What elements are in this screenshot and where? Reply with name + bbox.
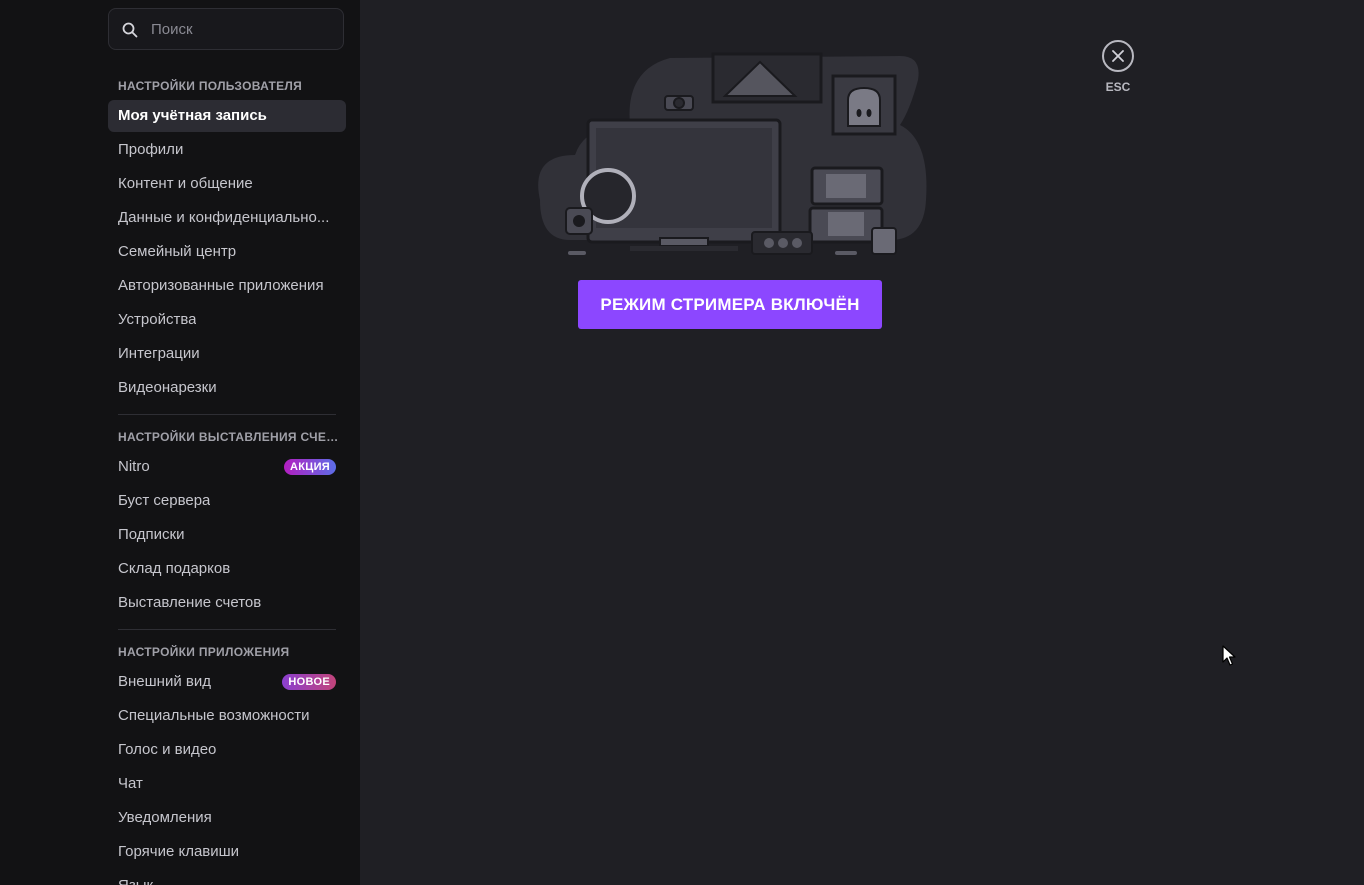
streamer-mode-button[interactable]: РЕЖИМ СТРИМЕРА ВКЛЮЧЁН [578, 280, 882, 329]
sidebar-item-label: Голос и видео [118, 741, 217, 758]
sidebar-item-content-social[interactable]: Контент и общение [108, 168, 346, 200]
sidebar-item-label: Видеонарезки [118, 379, 217, 396]
sidebar-item-label: Буст сервера [118, 492, 211, 509]
section-title-billing-settings: НАСТРОЙКИ ВЫСТАВЛЕНИЯ СЧЕТ... [118, 430, 340, 444]
sidebar-item-authorized-apps[interactable]: Авторизованные приложения [108, 270, 346, 302]
sidebar-item-label: Моя учётная запись [118, 107, 267, 124]
sidebar-item-keybinds[interactable]: Горячие клавиши [108, 836, 346, 868]
section-title-app-settings: НАСТРОЙКИ ПРИЛОЖЕНИЯ [118, 645, 290, 659]
mouse-pointer-icon [1222, 645, 1236, 666]
streamer-mode-illustration [538, 52, 927, 255]
sidebar-item-label: Выставление счетов [118, 594, 262, 611]
sidebar-item-label: Семейный центр [118, 243, 237, 260]
close-settings[interactable]: ESC [1100, 40, 1136, 94]
settings-sidebar: Поиск НАСТРОЙКИ ПОЛЬЗОВАТЕЛЯ Моя учётная… [0, 0, 360, 885]
sidebar-item-billing[interactable]: Выставление счетов [108, 587, 346, 619]
sidebar-item-label: Склад подарков [118, 560, 231, 577]
sidebar-item-appearance[interactable]: Внешний вид НОВОЕ [108, 666, 346, 698]
sidebar-item-subscriptions[interactable]: Подписки [108, 519, 346, 551]
esc-label: ESC [1105, 80, 1131, 94]
sidebar-item-label: Контент и общение [118, 175, 253, 192]
sidebar-item-label: Интеграции [118, 345, 200, 362]
new-badge: НОВОЕ [282, 674, 336, 690]
sidebar-item-profiles[interactable]: Профили [108, 134, 346, 166]
sidebar-item-clips[interactable]: Видеонарезки [108, 372, 346, 404]
sidebar-item-label: Подписки [118, 526, 185, 543]
sidebar-item-devices[interactable]: Устройства [108, 304, 346, 336]
sidebar-item-integrations[interactable]: Интеграции [108, 338, 346, 370]
sidebar-item-family-center[interactable]: Семейный центр [108, 236, 346, 268]
close-icon [1112, 50, 1124, 62]
search-placeholder: Поиск [151, 21, 193, 38]
sidebar-item-nitro[interactable]: Nitro АКЦИЯ [108, 451, 346, 483]
search-input[interactable]: Поиск [108, 8, 344, 50]
sidebar-item-label: Профили [118, 141, 184, 158]
sidebar-item-language[interactable]: Язык [108, 870, 346, 885]
sidebar-item-data-privacy[interactable]: Данные и конфиденциально... [108, 202, 346, 234]
sidebar-item-label: Nitro [118, 458, 150, 475]
sidebar-item-label: Внешний вид [118, 673, 211, 690]
sidebar-item-gift-inventory[interactable]: Склад подарков [108, 553, 346, 585]
sidebar-item-my-account[interactable]: Моя учётная запись [108, 100, 346, 132]
sidebar-item-label: Горячие клавиши [118, 843, 240, 860]
sidebar-item-accessibility[interactable]: Специальные возможности [108, 700, 346, 732]
sidebar-item-server-boost[interactable]: Буст сервера [108, 485, 346, 517]
section-title-user-settings: НАСТРОЙКИ ПОЛЬЗОВАТЕЛЯ [118, 79, 303, 93]
sidebar-item-label: Авторизованные приложения [118, 277, 324, 294]
sidebar-item-voice-video[interactable]: Голос и видео [108, 734, 346, 766]
sidebar-divider [118, 629, 336, 630]
sidebar-item-label: Устройства [118, 311, 197, 328]
sidebar-item-label: Данные и конфиденциально... [118, 209, 330, 226]
sidebar-item-label: Чат [118, 775, 143, 792]
sidebar-item-chat[interactable]: Чат [108, 768, 346, 800]
promo-badge: АКЦИЯ [283, 459, 336, 475]
sidebar-item-label: Специальные возможности [118, 707, 310, 724]
search-icon [122, 22, 138, 38]
close-button[interactable] [1102, 40, 1134, 72]
sidebar-item-label: Язык [118, 870, 153, 885]
sidebar-item-label: Уведомления [118, 809, 212, 826]
sidebar-divider [118, 414, 336, 415]
sidebar-item-notifications[interactable]: Уведомления [108, 802, 346, 834]
